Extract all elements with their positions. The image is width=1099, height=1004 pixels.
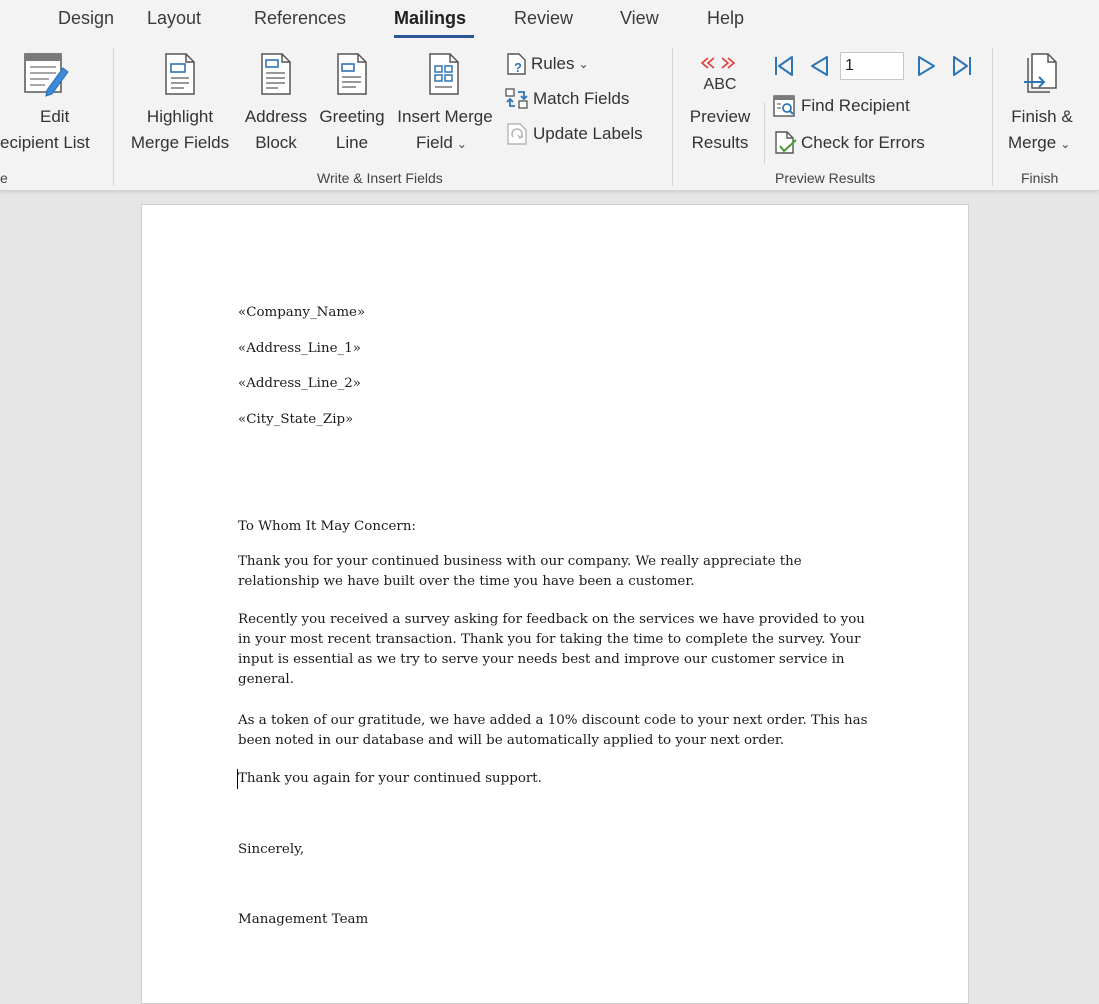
- next-record-icon[interactable]: [916, 54, 938, 78]
- group-separator: [764, 102, 765, 164]
- update-labels-button[interactable]: Update Labels: [506, 122, 643, 146]
- start-group-label: e: [0, 170, 8, 186]
- tab-design[interactable]: Design: [58, 8, 114, 29]
- insert-merge-label-line1: Insert Merge: [397, 107, 493, 126]
- previous-record-icon[interactable]: [808, 54, 830, 78]
- edit-list-label-line2: ecipient List: [0, 133, 90, 152]
- highlight-label-line1: Highlight: [146, 107, 214, 126]
- finish-label-line2: Merge ⌄: [1008, 133, 1071, 152]
- find-recipient-button[interactable]: Find Recipient: [772, 94, 910, 118]
- rules-label: Rules: [531, 54, 575, 73]
- insert-merge-label-line2: Field ⌄: [416, 133, 467, 152]
- edit-list-icon: [24, 53, 69, 97]
- insert-merge-field-icon: [429, 53, 459, 95]
- salutation: To Whom It May Concern:: [238, 519, 416, 534]
- check-for-errors-button[interactable]: Check for Errors: [774, 130, 925, 156]
- ribbon-tab-bar: Design Layout References Mailings Review…: [0, 0, 1099, 44]
- record-number-input[interactable]: [840, 52, 904, 80]
- finish-group-label: Finish: [1021, 170, 1059, 186]
- match-fields-label: Match Fields: [533, 89, 630, 108]
- merge-field-city-state-zip[interactable]: «City_State_Zip»: [238, 409, 353, 431]
- active-tab-indicator: [394, 35, 474, 38]
- preview-label-line1: Preview: [689, 107, 751, 126]
- greeting-label-line2: Line: [335, 133, 369, 152]
- group-separator: [992, 48, 993, 186]
- merge-field-address-line-2[interactable]: «Address_Line_2»: [238, 373, 361, 395]
- tab-review[interactable]: Review: [514, 8, 573, 29]
- body-paragraph-3: As a token of our gratitude, we have add…: [238, 713, 868, 748]
- group-separator: [672, 48, 673, 186]
- first-record-icon[interactable]: [772, 54, 796, 78]
- body-paragraph-4: Thank you again for your continued suppo…: [238, 771, 542, 786]
- chevron-down-icon: ⌄: [1060, 137, 1071, 151]
- preview-results-button[interactable]: ABC Preview Results: [680, 44, 760, 164]
- rules-icon: ?: [507, 53, 526, 75]
- edit-recipient-list-button[interactable]: Edit ecipient List: [0, 44, 110, 164]
- tab-view[interactable]: View: [620, 8, 659, 29]
- greeting-line-button[interactable]: Greeting Line: [313, 44, 391, 164]
- highlight-merge-fields-button[interactable]: Highlight Merge Fields: [120, 44, 238, 164]
- preview-group-label: Preview Results: [775, 170, 876, 186]
- document-page[interactable]: «Company_Name» «Address_Line_1» «Address…: [141, 204, 969, 1004]
- rules-button[interactable]: ? Rules ⌄: [506, 52, 589, 76]
- ribbon: Edit ecipient List e Highlight Merge Fie…: [0, 44, 1099, 191]
- address-block-button[interactable]: Address Block: [240, 44, 312, 164]
- finish-merge-icon: [1024, 53, 1057, 93]
- abc-label: ABC: [703, 76, 737, 93]
- preview-label-line2: Results: [691, 133, 749, 152]
- update-labels-icon: [507, 123, 527, 145]
- check-errors-label: Check for Errors: [801, 133, 925, 152]
- svg-text:?: ?: [514, 60, 522, 75]
- highlight-fields-icon: [165, 53, 195, 95]
- tab-help[interactable]: Help: [707, 8, 744, 29]
- tab-layout[interactable]: Layout: [147, 8, 201, 29]
- signature: Management Team: [238, 912, 369, 927]
- address-label-line2: Block: [255, 133, 297, 152]
- find-recipient-icon: [773, 95, 795, 117]
- greeting-line-icon: [337, 53, 367, 95]
- finish-and-merge-button[interactable]: Finish & Merge ⌄: [1000, 44, 1090, 164]
- chevron-down-icon: ⌄: [456, 137, 467, 151]
- group-separator: [113, 48, 114, 186]
- tab-mailings[interactable]: Mailings: [394, 8, 466, 29]
- merge-field-address-line-1[interactable]: «Address_Line_1»: [238, 338, 361, 360]
- tab-references[interactable]: References: [254, 8, 346, 29]
- check-errors-icon: [775, 131, 797, 154]
- address-label-line1: Address: [244, 107, 308, 126]
- last-record-icon[interactable]: [950, 54, 974, 78]
- address-block-icon: [261, 53, 291, 95]
- merge-field-company-name[interactable]: «Company_Name»: [238, 302, 365, 324]
- match-fields-button[interactable]: Match Fields: [504, 86, 629, 112]
- highlight-label-line2: Merge Fields: [130, 133, 230, 152]
- finish-label-line1: Finish &: [1011, 107, 1073, 126]
- insert-merge-field-button[interactable]: Insert Merge Field ⌄: [392, 44, 498, 164]
- write-insert-group-label: Write & Insert Fields: [317, 170, 443, 186]
- update-labels-label: Update Labels: [533, 124, 643, 143]
- chevron-down-icon: ⌄: [578, 57, 589, 71]
- closing: Sincerely,: [238, 842, 305, 857]
- match-fields-icon: [505, 88, 528, 109]
- body-paragraph-2: Recently you received a survey asking fo…: [238, 612, 865, 687]
- find-recipient-label: Find Recipient: [801, 96, 910, 115]
- merge-chevrons-icon: [700, 57, 736, 69]
- greeting-label-line1: Greeting: [319, 107, 385, 126]
- edit-list-label-line1: Edit: [40, 107, 70, 126]
- body-paragraph-1: Thank you for your continued business wi…: [238, 554, 802, 589]
